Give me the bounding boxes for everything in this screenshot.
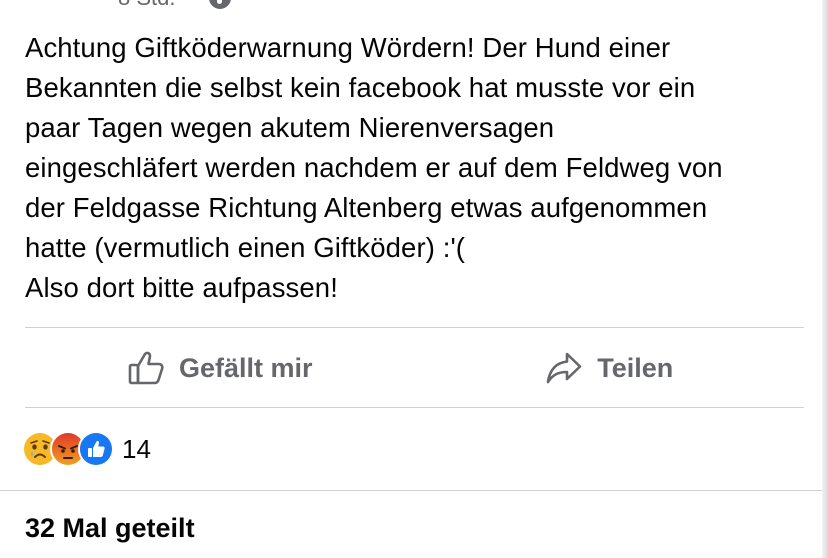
reactions-summary[interactable]: 14 xyxy=(22,430,151,468)
like-label: Gefällt mir xyxy=(178,352,313,383)
scroll-edge xyxy=(822,0,828,558)
divider-middle xyxy=(25,407,804,408)
divider-bottom xyxy=(0,490,822,491)
like-button[interactable]: Gefällt mir xyxy=(25,329,415,407)
share-label: Teilen xyxy=(597,352,674,383)
post-actions: Gefällt mir Teilen xyxy=(25,329,804,407)
like-reaction-icon xyxy=(78,431,114,467)
divider-top xyxy=(25,327,804,328)
globe-icon xyxy=(209,0,232,9)
share-arrow-icon xyxy=(545,351,583,385)
share-count[interactable]: 32 Mal geteilt xyxy=(25,513,195,544)
post-body-text: Achtung Giftköderwarnung Wördern! Der Hu… xyxy=(25,32,723,303)
thumbs-up-icon xyxy=(127,349,165,387)
reaction-count: 14 xyxy=(122,433,151,464)
post-meta: 8 Std. xyxy=(118,0,232,11)
post-timestamp[interactable]: 8 Std. xyxy=(118,0,175,11)
share-button[interactable]: Teilen xyxy=(415,329,805,407)
